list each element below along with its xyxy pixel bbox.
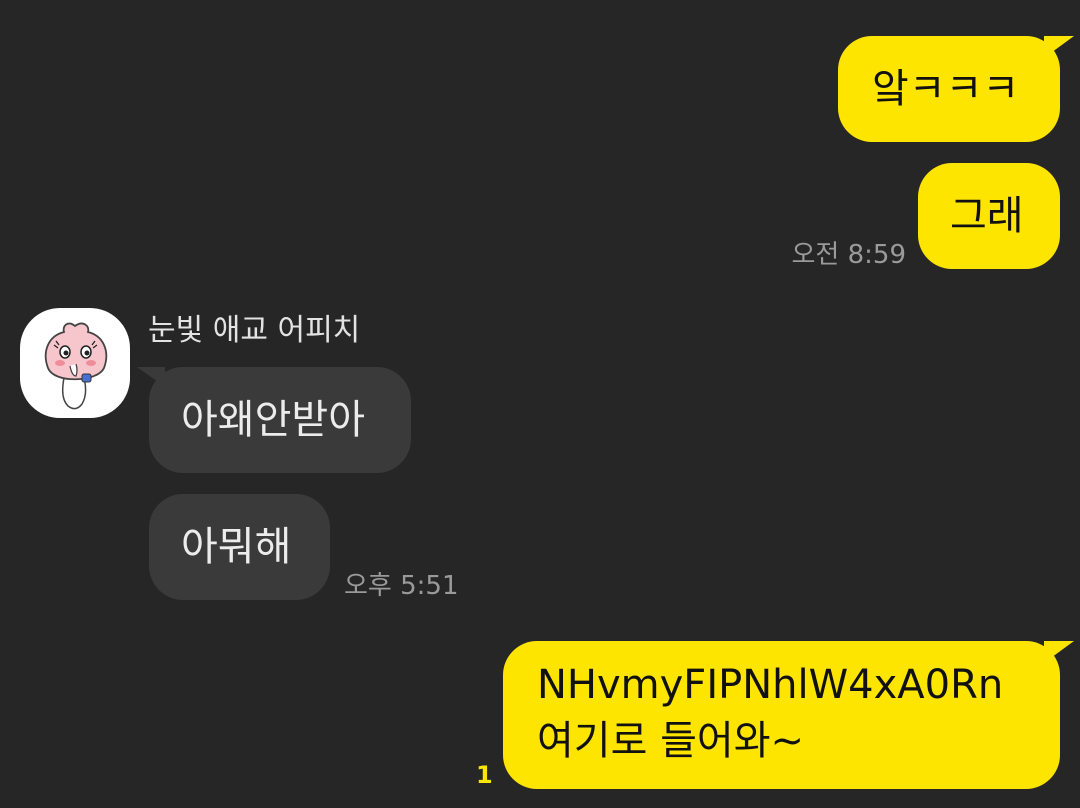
message-text: 아왜안받아 [181,397,365,443]
outgoing-message-bubble[interactable]: 앜ㅋㅋㅋ [838,36,1074,142]
outgoing-message-bubble[interactable]: 그래 [918,163,1060,269]
chat-screen: { "messages": { "out1": { "text": "앜ㅋㅋㅋ"… [0,0,1080,808]
message-timestamp: 오후 5:51 [344,571,459,601]
bubble-tail [1044,641,1074,663]
sender-name: 눈빛 애교 어피치 [148,313,361,348]
message-text: 아뭐해 [181,524,292,570]
outgoing-message-bubble[interactable]: NHvmyFIPNhlW4xA0Rn 여기로 들어와~ [503,641,1074,789]
message-text-line: 여기로 들어와~ [537,718,805,764]
apeach-character-icon [44,322,108,410]
bubble-tail [137,367,165,387]
sender-avatar[interactable] [20,308,130,418]
unread-count-badge: 1 [476,761,493,789]
message-text-line: NHvmyFIPNhlW4xA0Rn [537,662,1004,708]
bubble-tail [1044,36,1074,58]
message-timestamp: 오전 8:59 [791,240,907,270]
message-text: 그래 [950,193,1024,239]
incoming-message-bubble[interactable]: 아왜안받아 [137,367,411,473]
incoming-message-bubble[interactable]: 아뭐해 [149,494,330,600]
message-text: 앜ㅋㅋㅋ [872,66,1020,112]
